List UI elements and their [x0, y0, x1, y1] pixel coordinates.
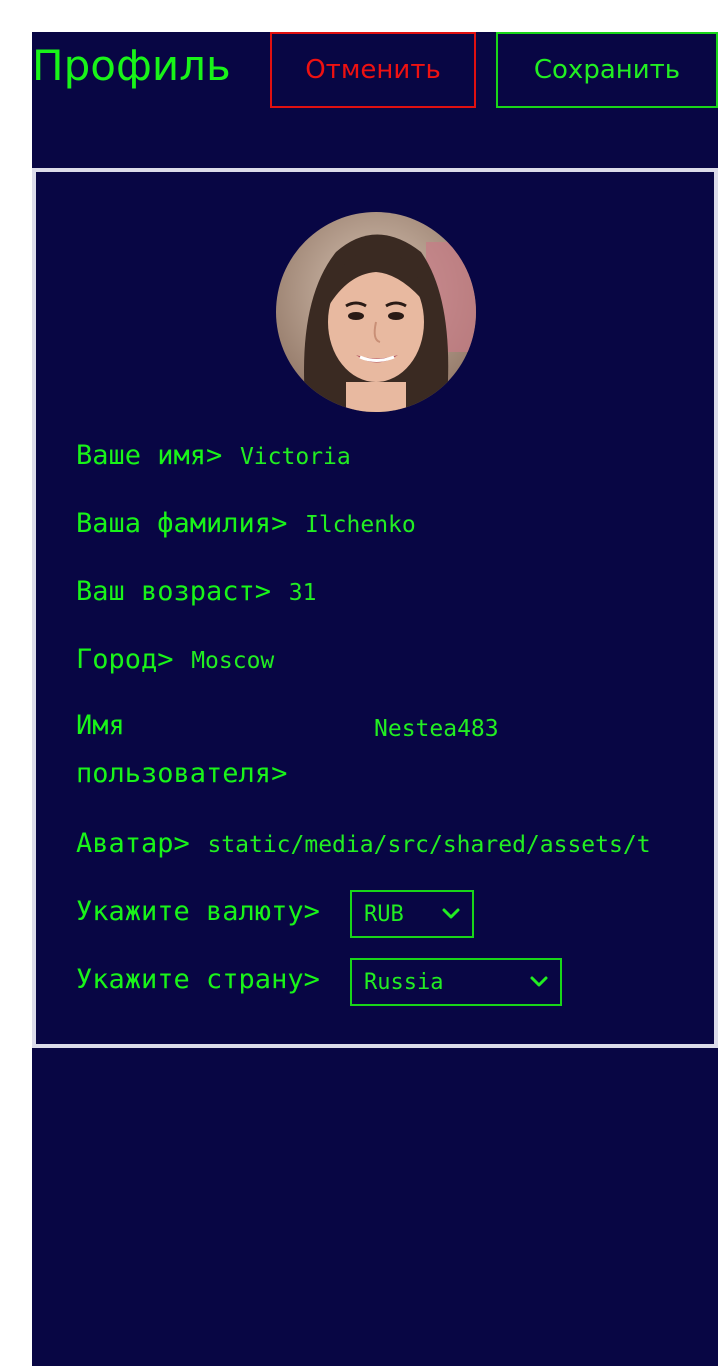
- currency-row: Укажите валюту> RUB: [76, 888, 676, 942]
- page-title: Профиль: [32, 41, 231, 90]
- user-photo-icon: [276, 212, 476, 412]
- avatar-label: Аватар>: [76, 828, 190, 859]
- chevron-down-icon: [442, 908, 460, 919]
- header: Профиль Отменить Сохранить: [32, 32, 718, 168]
- last-name-row: Ваша фамилия> Ilchenko: [76, 500, 416, 554]
- first-name-field[interactable]: Victoria: [240, 444, 351, 470]
- first-name-row: Ваше имя> Victoria: [76, 432, 351, 486]
- username-field[interactable]: Nestea483: [374, 702, 499, 756]
- city-label: Город>: [76, 644, 174, 675]
- age-row: Ваш возраст> 31: [76, 568, 316, 622]
- city-field[interactable]: Moscow: [191, 648, 274, 674]
- currency-label: Укажите валюту>: [76, 896, 320, 927]
- age-field[interactable]: 31: [289, 580, 317, 606]
- chevron-down-icon: [530, 976, 548, 987]
- username-label-line2: пользователя>: [76, 758, 288, 789]
- username-label-line1: Имя: [76, 710, 125, 741]
- age-label: Ваш возраст>: [76, 576, 272, 607]
- save-button[interactable]: Сохранить: [496, 32, 718, 108]
- app-root: Профиль Отменить Сохранить Ваше имя> Vic…: [32, 32, 718, 1366]
- avatar-row: Аватар> static/media/src/shared/assets/t: [76, 820, 718, 874]
- last-name-field[interactable]: Ilchenko: [305, 512, 416, 538]
- first-name-label: Ваше имя>: [76, 440, 223, 471]
- last-name-label: Ваша фамилия>: [76, 508, 288, 539]
- currency-selected-value: RUB: [364, 902, 404, 927]
- profile-card: Ваше имя> Victoria Ваша фамилия> Ilchenk…: [32, 168, 718, 1048]
- country-selected-value: Russia: [364, 970, 444, 995]
- country-label: Укажите страну>: [76, 964, 320, 995]
- city-row: Город> Moscow: [76, 636, 274, 690]
- avatar-path-field[interactable]: static/media/src/shared/assets/t: [207, 832, 650, 858]
- country-row: Укажите страну> Russia: [76, 956, 676, 1010]
- username-row: Имя пользователя> Nestea483: [76, 702, 676, 802]
- avatar[interactable]: [276, 212, 476, 412]
- cancel-button[interactable]: Отменить: [270, 32, 476, 108]
- country-select[interactable]: Russia: [350, 958, 562, 1006]
- currency-select[interactable]: RUB: [350, 890, 474, 938]
